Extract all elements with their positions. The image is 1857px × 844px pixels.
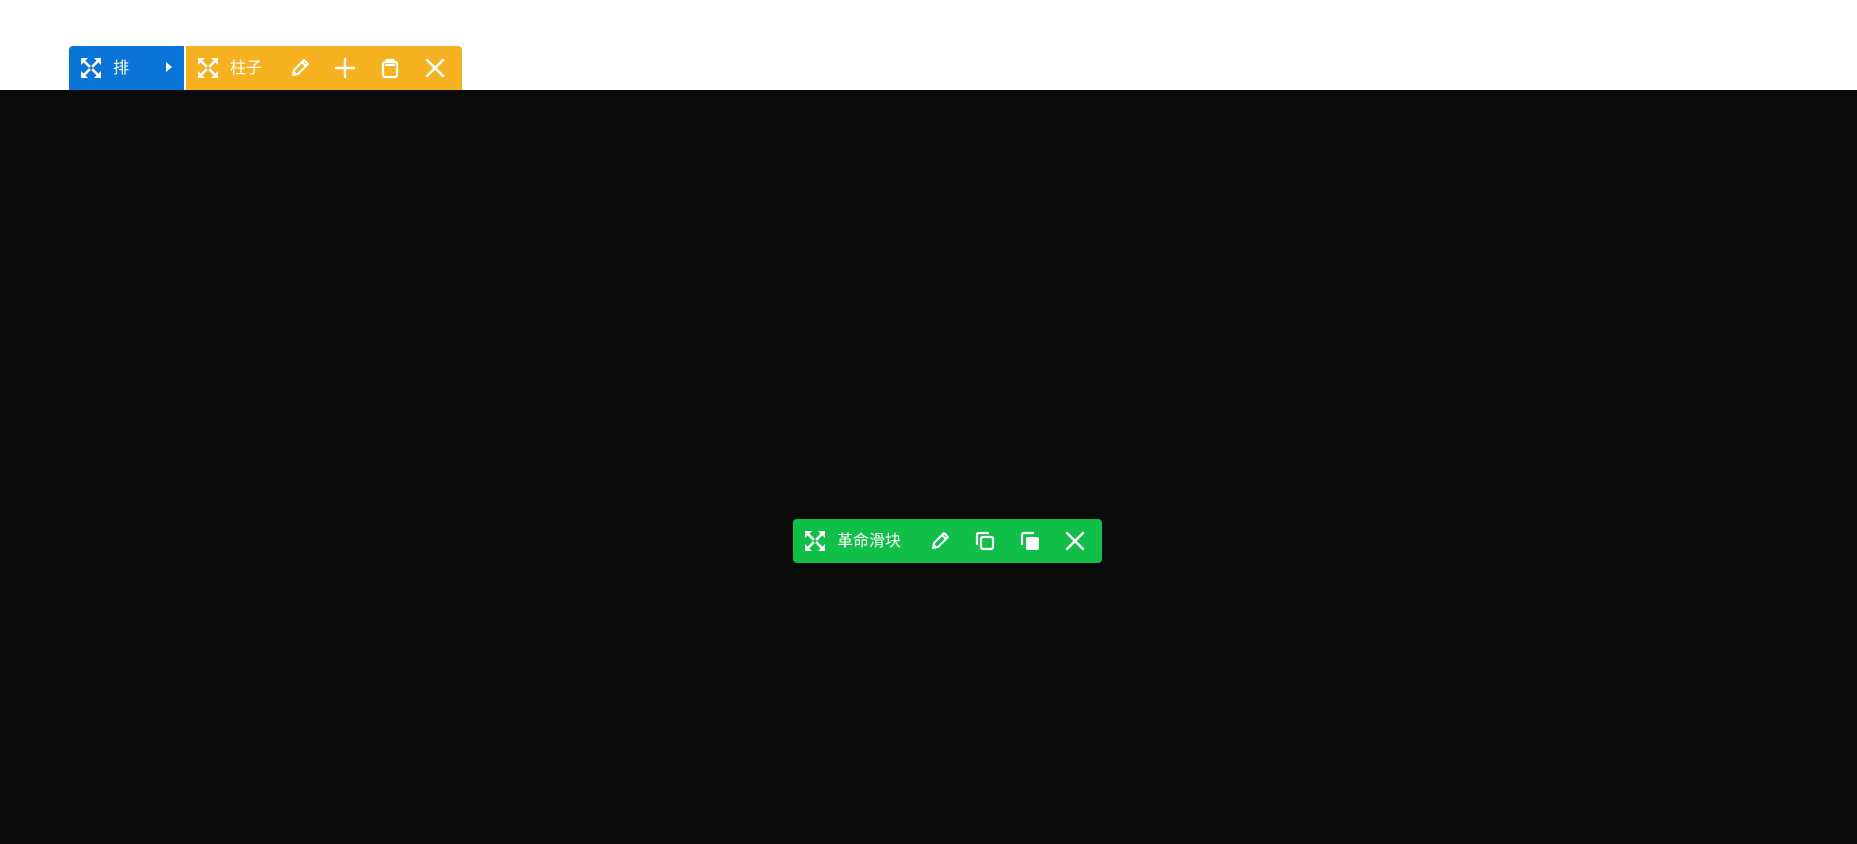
move-icon[interactable]	[196, 56, 220, 80]
close-icon[interactable]	[423, 56, 447, 80]
row-label: 排	[113, 58, 130, 77]
copy-icon[interactable]	[1018, 529, 1042, 553]
column-label: 柱子	[230, 58, 263, 77]
plus-icon[interactable]	[333, 56, 357, 80]
clipboard-icon[interactable]	[378, 56, 402, 80]
pencil-icon[interactable]	[928, 529, 952, 553]
pencil-icon[interactable]	[288, 56, 312, 80]
column-toolbar: 柱子	[186, 46, 462, 90]
module-label: 革命滑块	[837, 531, 902, 550]
duplicate-icon[interactable]	[973, 529, 997, 553]
slider-stage	[0, 90, 1857, 844]
module-toolbar: 革命滑块	[793, 519, 1102, 563]
move-icon[interactable]	[803, 529, 827, 553]
close-icon[interactable]	[1063, 529, 1087, 553]
caret-right-icon[interactable]	[166, 62, 172, 72]
builder-canvas: 排 柱子 革命滑块	[0, 0, 1857, 844]
move-icon[interactable]	[79, 56, 103, 80]
row-toolbar: 排	[69, 46, 184, 90]
